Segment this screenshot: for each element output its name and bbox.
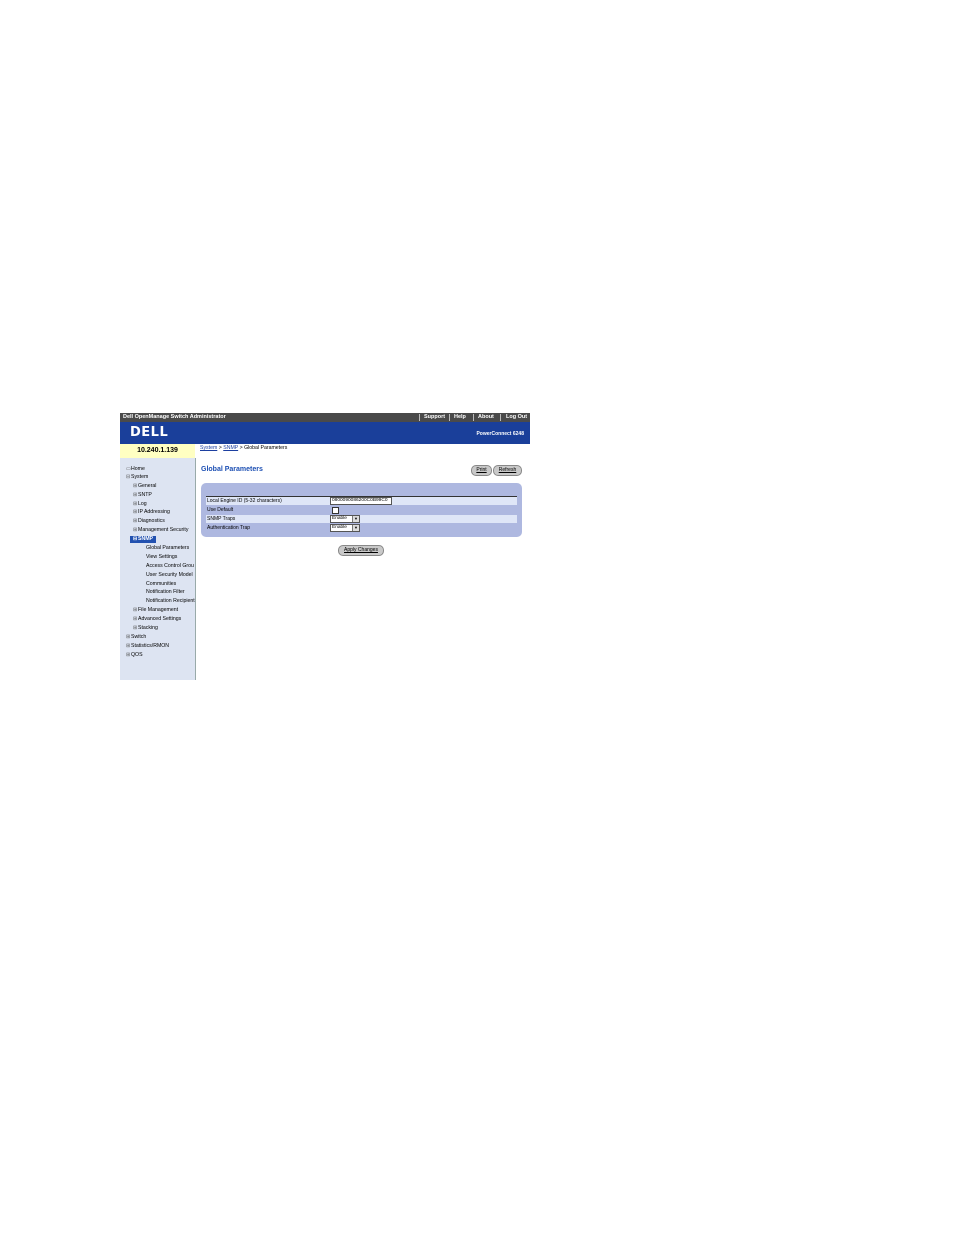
nav-label: Communities [146, 581, 177, 587]
page-title: Global Parameters [201, 466, 263, 473]
sidebar-item-notification-recipient[interactable]: Notification Recipient [146, 598, 195, 605]
support-link[interactable]: Support [424, 414, 445, 420]
nav-label: Advanced Settings [138, 616, 182, 622]
sidebar-item-notification-filter[interactable]: Notification Filter [146, 589, 185, 596]
sidebar-item-advanced-settings[interactable]: ⊞Advanced Settings [133, 616, 181, 623]
dell-logo: DELL [130, 425, 169, 440]
nav-label: Statistics/RMON [131, 643, 170, 649]
sidebar-item-communities[interactable]: Communities [146, 581, 176, 588]
auth-trap-label: Authentication Trap [207, 525, 251, 531]
sidebar-item-general[interactable]: ⊞General [133, 483, 156, 490]
nav-label: General [138, 483, 157, 489]
breadcrumb-current: Global Parameters [244, 445, 288, 451]
nav-label: User Security Model [146, 572, 193, 578]
divider [419, 414, 420, 421]
apply-changes-button[interactable]: Apply Changes [338, 545, 384, 556]
nav-label: System [131, 474, 149, 480]
logout-link[interactable]: Log Out [506, 414, 527, 420]
snmp-traps-value: Enable [332, 516, 347, 521]
switch-admin-window: Dell OpenManage Switch Administrator Sup… [120, 413, 530, 680]
nav-label: Log [138, 501, 147, 507]
sidebar-item-statistics-rmon[interactable]: ⊞Statistics/RMON [126, 643, 169, 650]
global-parameters-panel: Local Engine ID (5-32 characters) 080009… [201, 483, 522, 537]
nav-label: Home [131, 466, 145, 472]
use-default-row: Use Default [206, 506, 517, 514]
nav-label: File Management [138, 607, 179, 613]
breadcrumb-separator: > [239, 445, 243, 451]
snmp-traps-row: SNMP Traps Enable ▼ [206, 515, 517, 523]
chevron-down-icon[interactable]: ▼ [352, 516, 359, 522]
nav-label: Notification Filter [146, 589, 185, 595]
device-ip-box: 10.240.1.139 [120, 444, 195, 459]
nav-label: View Settings [146, 554, 178, 560]
help-link[interactable]: Help [454, 414, 466, 420]
sidebar-item-management-security[interactable]: ⊞Management Security [133, 527, 188, 534]
divider [473, 414, 474, 421]
nav-label: Access Control Grou [146, 563, 194, 569]
snmp-traps-label: SNMP Traps [207, 516, 236, 522]
sidebar-item-global-parameters[interactable]: Global Parameters [146, 545, 189, 552]
chevron-down-icon[interactable]: ▼ [352, 525, 359, 531]
breadcrumb-separator: > [218, 445, 222, 451]
sidebar-item-sntp[interactable]: ⊞SNTP [133, 492, 152, 499]
print-button[interactable]: Print [471, 465, 492, 476]
auth-trap-select[interactable]: Enable ▼ [330, 524, 360, 532]
app-title: Dell OpenManage Switch Administrator [123, 414, 226, 420]
sidebar-item-home[interactable]: ▭Home [126, 466, 145, 473]
sidebar-item-qos[interactable]: ⊞QOS [126, 652, 143, 659]
auth-trap-value: Enable [332, 525, 347, 530]
divider [449, 414, 450, 421]
product-name: PowerConnect 6248 [476, 431, 524, 437]
sidebar-item-snmp[interactable]: ⊟SNMP [130, 536, 156, 543]
sidebar-item-user-security-model[interactable]: User Security Model [146, 572, 193, 579]
engine-id-input[interactable]: 0800090086200C0B99C0 [330, 497, 392, 505]
device-ip: 10.240.1.139 [137, 447, 178, 454]
sidebar-item-switch[interactable]: ⊞Switch [126, 634, 146, 641]
nav-label: Global Parameters [146, 545, 190, 551]
banner: DELL PowerConnect 6248 [120, 422, 530, 444]
nav-label: Notification Recipient [146, 598, 195, 604]
nav-label: SNMP [138, 536, 153, 542]
sidebar-item-log[interactable]: ⊞Log [133, 501, 147, 508]
breadcrumb-system[interactable]: System [200, 445, 217, 451]
nav-label: Diagnostics [138, 518, 165, 524]
use-default-label: Use Default [207, 507, 234, 513]
nav-label: IP Addressing [138, 509, 170, 515]
sidebar-tree: ▭Home ⊟System ⊞General ⊞SNTP ⊞Log ⊞IP Ad… [120, 458, 196, 680]
sidebar-item-diagnostics[interactable]: ⊞Diagnostics [133, 518, 165, 525]
divider [500, 414, 501, 421]
sidebar-item-ip-addressing[interactable]: ⊞IP Addressing [133, 509, 170, 516]
engine-id-label: Local Engine ID (5-32 characters) [207, 498, 282, 504]
nav-label: Stacking [138, 625, 158, 631]
refresh-button[interactable]: Refresh [493, 465, 522, 476]
snmp-traps-select[interactable]: Enable ▼ [330, 515, 360, 523]
breadcrumb-snmp[interactable]: SNMP [223, 445, 238, 451]
use-default-checkbox[interactable] [332, 507, 339, 514]
breadcrumb: System > SNMP > Global Parameters [200, 445, 287, 451]
sidebar-item-access-control-group[interactable]: Access Control Grou [146, 563, 194, 570]
about-link[interactable]: About [478, 414, 494, 420]
sidebar-item-system[interactable]: ⊟System [126, 474, 148, 481]
nav-label: Management Security [138, 527, 189, 533]
engine-id-row: Local Engine ID (5-32 characters) 080009… [206, 497, 517, 505]
nav-label: QOS [131, 652, 143, 658]
sidebar-item-file-management[interactable]: ⊞File Management [133, 607, 178, 614]
auth-trap-row: Authentication Trap Enable ▼ [206, 524, 517, 532]
nav-label: SNTP [138, 492, 152, 498]
top-bar: Dell OpenManage Switch Administrator Sup… [120, 413, 530, 422]
sidebar-item-stacking[interactable]: ⊞Stacking [133, 625, 158, 632]
sidebar-item-view-settings[interactable]: View Settings [146, 554, 177, 561]
nav-label: Switch [131, 634, 147, 640]
